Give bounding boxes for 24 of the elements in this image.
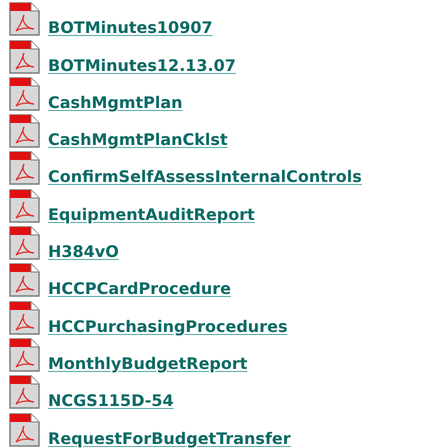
file-link[interactable]: HCCPCardProcedure [48,279,232,300]
file-link[interactable]: BOTMinutes10907 [48,18,213,38]
file-link[interactable]: ConfirmSelfAssessInternalControls [48,167,362,188]
pdf-file-icon[interactable] [7,40,41,74]
pdf-file-icon[interactable] [7,151,41,186]
pdf-file-icon[interactable] [7,338,41,372]
file-link[interactable]: BOTMinutes12.13.07 [48,56,236,76]
file-link[interactable]: EquipmentAuditReport [48,204,255,225]
file-link[interactable]: CashMgmtPlanCklst [48,130,228,150]
pdf-file-icon[interactable] [7,226,41,260]
file-link[interactable]: CashMgmtPlan [48,92,183,113]
file-link[interactable]: MonthlyBudgetReport [48,354,248,374]
pdf-file-icon[interactable] [7,263,41,298]
pdf-file-icon[interactable] [7,76,41,111]
pdf-file-icon[interactable] [7,188,41,223]
file-link[interactable]: RequestForBudgetTransfer [48,428,291,448]
file-link[interactable]: H384vO [48,242,119,262]
file-link[interactable]: HCCPurchasingProcedures [48,316,288,337]
pdf-file-icon[interactable] [7,114,41,148]
file-link[interactable]: NCGS115D-54 [48,391,174,412]
pdf-file-icon[interactable] [7,2,41,36]
pdf-file-icon[interactable] [7,300,41,335]
pdf-file-icon[interactable] [7,412,41,447]
pdf-file-icon[interactable] [7,375,41,410]
